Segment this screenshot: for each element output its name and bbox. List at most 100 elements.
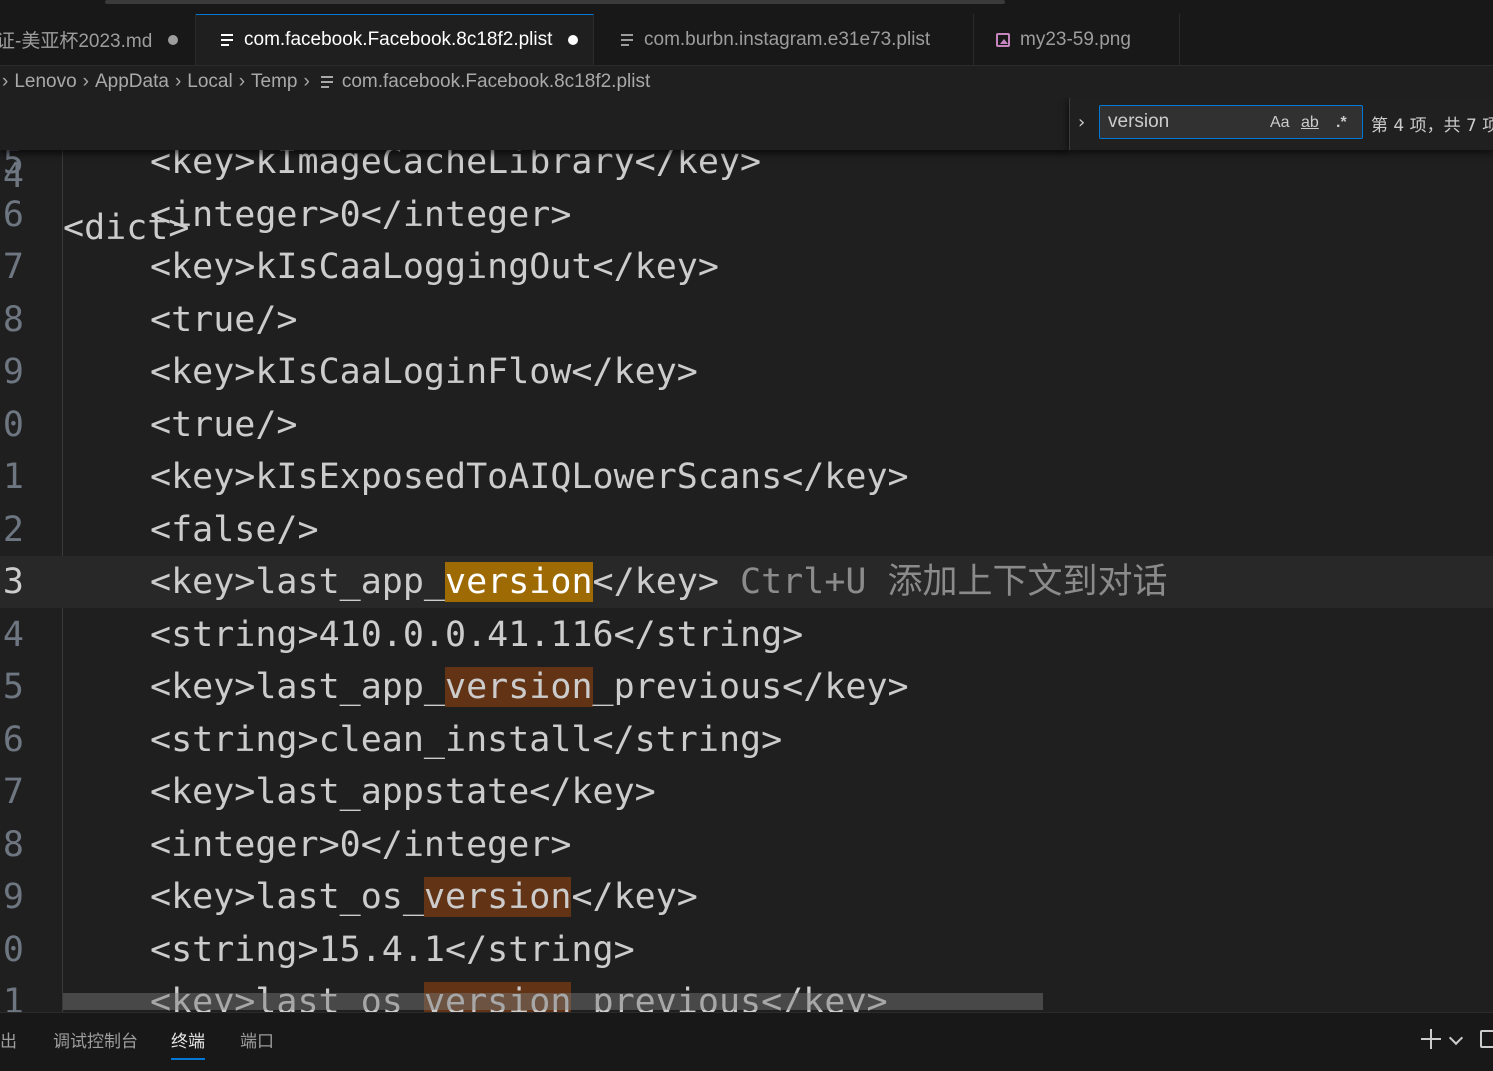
line-number: 9 [2,352,24,392]
code-segment: <key>kIsCaaLoggingOut</key> [150,247,719,287]
code-text: <string>410.0.0.41.116</string> [150,609,803,661]
breadcrumb-item[interactable]: Local [187,71,232,93]
code-text: <key>kIsExposedToAIQLowerScans</key> [150,451,909,503]
line-number: 2 [2,509,24,550]
line-number: 8 [2,824,24,865]
code-segment: _previous</key> [592,667,909,707]
terminal-layout-icon[interactable] [1480,1030,1493,1048]
dirty-dot-icon[interactable] [568,35,579,45]
active-search-match: version [445,562,593,602]
line-number: 4 [2,156,24,196]
code-text: <string>15.4.1</string> [150,924,635,976]
code-line[interactable]: 2 <false/> [0,504,1493,556]
line-number: 1 [2,982,24,1012]
find-input-box[interactable]: Aa ab .* [1099,105,1363,139]
search-match: version [445,667,593,707]
toggle-replace-chevron-icon[interactable]: › [1078,112,1092,133]
line-number: 1 [2,457,24,497]
code-line[interactable]: 1 <key>kIsExposedToAIQLowerScans</key> [0,451,1493,503]
sticky-scroll-header[interactable]: 4 <dict> [0,98,1069,248]
file-lines-icon [320,75,334,89]
code-line[interactable]: 6 <string>clean_install</string> [0,714,1493,766]
code-editor[interactable]: 4 <dict> 5 <key>kImageCacheLibrary</key> 6… [0,98,1493,1012]
tab-instagram-plist[interactable]: com.burbn.instagram.e31e73.plist [594,14,974,65]
inline-hint: Ctrl+U 添加上下文到对话 [718,562,1168,602]
panel-tab-debug-console[interactable]: 调试控制台 [53,1027,138,1052]
code-text: <integer>0</integer> [150,819,571,871]
new-terminal-plus-icon[interactable] [1421,1029,1441,1049]
code-text: <key>last_app_version</key> Ctrl+U 添加上下文… [150,556,1168,608]
code-segment: <key>kIsCaaLoginFlow</key> [150,352,698,392]
code-segment: </key> [592,562,719,602]
breadcrumb-item[interactable]: Temp [251,71,297,93]
code-segment: <true/> [150,404,298,445]
code-segment: <key>last_app_ [150,667,446,707]
editor-tab-bar: 证-美亚杯2023.md com.facebook.Facebook.8c18f… [0,14,1493,66]
horizontal-scrollbar[interactable] [63,993,1043,1010]
code-segment: <key>last_appstate</key> [150,772,656,812]
code-text: <key>kIsCaaLoggingOut</key> [150,241,719,293]
breadcrumb-file[interactable]: com.facebook.Facebook.8c18f2.plist [342,71,650,93]
line-number: 7 [2,772,24,812]
tab-label: my23-59.png [1020,28,1131,50]
code-text: <true/> [150,294,298,346]
chevron-right-icon: › [238,71,246,92]
tab-png-image[interactable]: my23-59.png [974,14,1180,65]
panel-tab-terminal[interactable]: 终端 [171,1027,205,1060]
file-lines-icon [220,33,234,47]
panel-tab-ports[interactable]: 端口 [240,1027,274,1052]
find-match-count: 第 4 项，共 7 项 [1371,116,1493,136]
code-line[interactable]: 0 <string>15.4.1</string> [0,924,1493,976]
match-case-toggle[interactable]: Aa [1270,112,1290,134]
code-text: <string>clean_install</string> [150,714,782,766]
code-line[interactable]: 8 <true/> [0,294,1493,346]
code-segment: <key>last_app_ [150,562,446,602]
tab-markdown-file[interactable]: 证-美亚杯2023.md [0,14,196,65]
code-text: <key>last_os_version</key> [150,871,698,923]
line-number: 4 [2,614,24,655]
chevron-right-icon: › [2,71,9,92]
code-segment: <integer>0</integer> [150,824,572,865]
dirty-dot-icon[interactable] [168,34,179,45]
breadcrumb: › Lenovo › AppData › Local › Temp › com.… [0,66,1493,98]
line-number: 6 [2,719,24,760]
breadcrumb-item[interactable]: AppData [95,71,169,93]
line-number: 9 [2,877,24,917]
code-line[interactable]: 4 <string>410.0.0.41.116</string> [0,609,1493,661]
chevron-down-icon[interactable] [1448,1030,1464,1046]
bottom-panel-tabs: 出 调试控制台 终端 端口 [0,1012,1493,1071]
code-segment: <integer>0</integer> [150,194,572,235]
line-number: 0 [2,929,24,970]
code-text: <key>last_app_version_previous</key> [150,661,909,713]
code-segment: <string>clean_install</string> [150,719,783,760]
chevron-right-icon: › [82,71,89,92]
code-line[interactable]: 7 <key>kIsCaaLoggingOut</key> [0,241,1493,293]
match-whole-word-toggle[interactable]: ab [1301,112,1319,134]
code-line[interactable]: 9 <key>kIsCaaLoginFlow</key> [0,346,1493,398]
breadcrumb-item[interactable]: Lenovo [14,71,76,93]
tab-label: 证-美亚杯2023.md [0,31,153,52]
code-text: <dict> [63,208,190,248]
tab-scrollbar[interactable] [105,0,1005,4]
code-segment: <string>410.0.0.41.116</string> [150,614,804,655]
tab-label: com.burbn.instagram.e31e73.plist [644,28,931,50]
panel-tab-output[interactable]: 出 [0,1027,17,1052]
code-line[interactable]: 8 <integer>0</integer> [0,819,1493,871]
code-line[interactable]: 7 <key>last_appstate</key> [0,766,1493,818]
tab-facebook-plist[interactable]: com.facebook.Facebook.8c18f2.plist [196,14,594,65]
code-text: <false/> [150,504,319,556]
line-number: 3 [2,562,24,602]
use-regex-toggle[interactable]: .* [1336,112,1347,134]
code-line[interactable]: 6 <integer>0</integer> [0,189,1493,241]
code-line-current[interactable]: 3 <key>last_app_version</key> Ctrl+U 添加上下… [0,556,1493,608]
code-line[interactable]: 5 <key>last_app_version_previous</key> [0,661,1493,713]
top-scroll-strip [0,0,1493,14]
find-input[interactable] [1108,110,1258,134]
code-line[interactable]: 0 <true/> [0,399,1493,451]
line-number: 0 [2,404,24,445]
line-number: 5 [2,667,24,707]
code-text: <key>kIsCaaLoginFlow</key> [150,346,698,398]
code-segment: <string>15.4.1</string> [150,929,635,970]
code-line[interactable]: 9 <key>last_os_version</key> [0,871,1493,923]
image-icon [996,32,1010,47]
